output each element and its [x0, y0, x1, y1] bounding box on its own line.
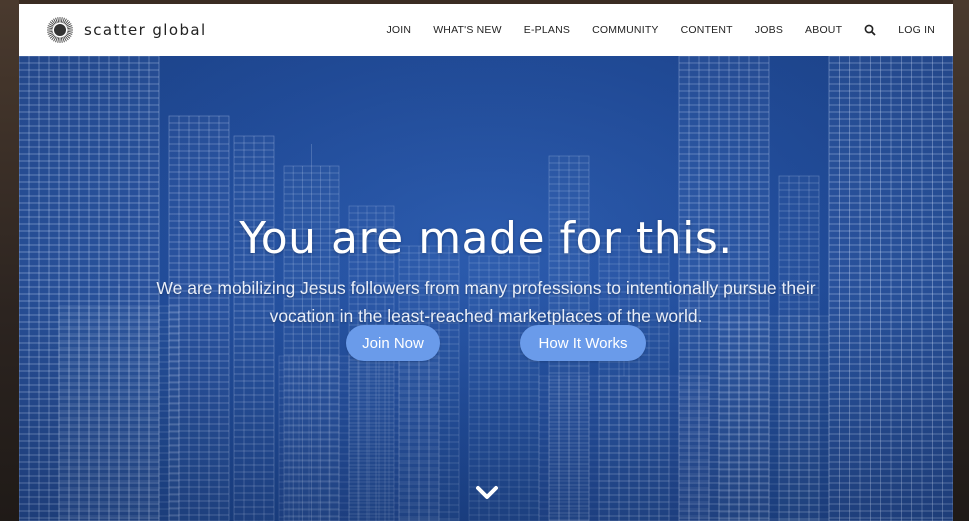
hero-subtext: We are mobilizing Jesus followers from m…: [156, 277, 816, 326]
nav-community[interactable]: COMMUNITY: [592, 24, 659, 36]
page: scatter global JOIN WHAT'S NEW E-PLANS C…: [19, 4, 953, 521]
chevron-down-icon[interactable]: [475, 484, 499, 502]
nav-about[interactable]: ABOUT: [805, 24, 842, 36]
hero-headline: You are made for this.: [239, 213, 733, 265]
brand-logo[interactable]: scatter global: [46, 16, 207, 44]
how-it-works-button[interactable]: How It Works: [520, 325, 646, 361]
nav-login[interactable]: LOG IN: [898, 24, 935, 36]
brand-name: scatter global: [84, 21, 207, 39]
sunburst-logo-icon: [47, 17, 73, 43]
search-icon-glyph: [864, 24, 876, 36]
right-backdrop: [953, 0, 969, 521]
nav-whats-new[interactable]: WHAT'S NEW: [433, 24, 502, 36]
nav-jobs[interactable]: JOBS: [755, 24, 783, 36]
join-now-button[interactable]: Join Now: [346, 325, 440, 361]
main-nav: JOIN WHAT'S NEW E-PLANS COMMUNITY CONTEN…: [364, 4, 935, 56]
left-backdrop: [0, 0, 19, 521]
nav-join[interactable]: JOIN: [386, 24, 411, 36]
site-header: scatter global JOIN WHAT'S NEW E-PLANS C…: [19, 4, 953, 56]
nav-content[interactable]: CONTENT: [681, 24, 733, 36]
hero-section: You are made for this. We are mobilizing…: [19, 56, 953, 521]
search-icon[interactable]: [864, 24, 876, 36]
nav-e-plans[interactable]: E-PLANS: [524, 24, 570, 36]
